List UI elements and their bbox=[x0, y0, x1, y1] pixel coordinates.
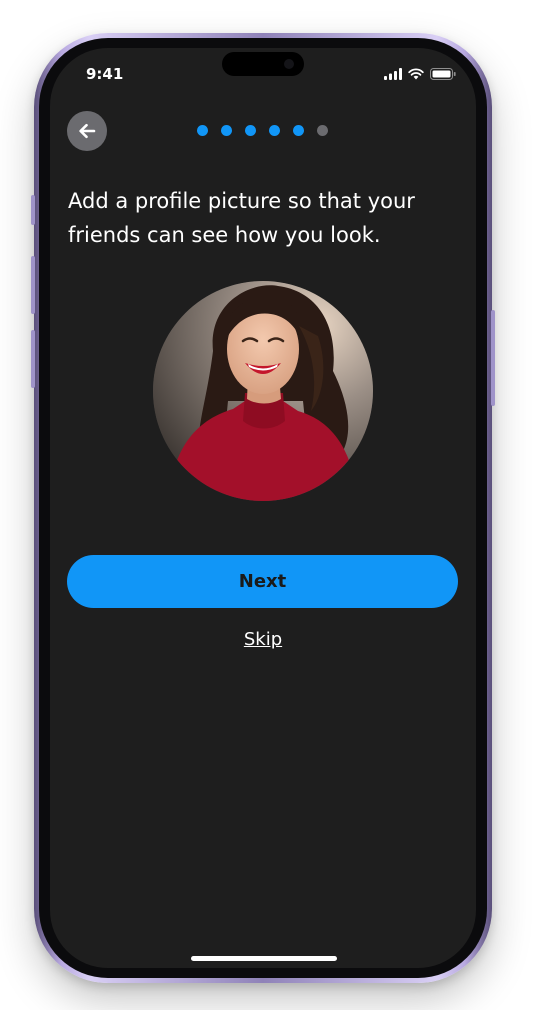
volume-up-button bbox=[31, 256, 35, 314]
front-camera-icon bbox=[284, 59, 294, 69]
dynamic-island bbox=[222, 52, 304, 76]
home-indicator bbox=[191, 956, 337, 961]
wifi-icon bbox=[408, 68, 424, 80]
onboarding-progress bbox=[197, 125, 328, 136]
progress-step-3 bbox=[245, 125, 256, 136]
power-button bbox=[491, 310, 495, 406]
page-heading: Add a profile picture so that your frien… bbox=[68, 189, 415, 247]
profile-photo bbox=[153, 281, 373, 501]
battery-icon bbox=[430, 68, 456, 80]
progress-step-6 bbox=[317, 125, 328, 136]
profile-picture[interactable] bbox=[153, 281, 373, 501]
action-button bbox=[31, 195, 35, 225]
status-icons bbox=[384, 68, 456, 80]
volume-down-button bbox=[31, 330, 35, 388]
signal-icon bbox=[384, 68, 402, 80]
skip-link[interactable]: Skip bbox=[50, 629, 476, 650]
progress-step-2 bbox=[221, 125, 232, 136]
status-time: 9:41 bbox=[86, 65, 124, 83]
next-button[interactable]: Next bbox=[67, 555, 458, 608]
arrow-left-icon bbox=[79, 123, 96, 139]
app-screen: 9:41 Add a profile picture so that your … bbox=[50, 48, 476, 968]
progress-step-4 bbox=[269, 125, 280, 136]
progress-step-5 bbox=[293, 125, 304, 136]
back-button[interactable] bbox=[67, 111, 107, 151]
progress-step-1 bbox=[197, 125, 208, 136]
